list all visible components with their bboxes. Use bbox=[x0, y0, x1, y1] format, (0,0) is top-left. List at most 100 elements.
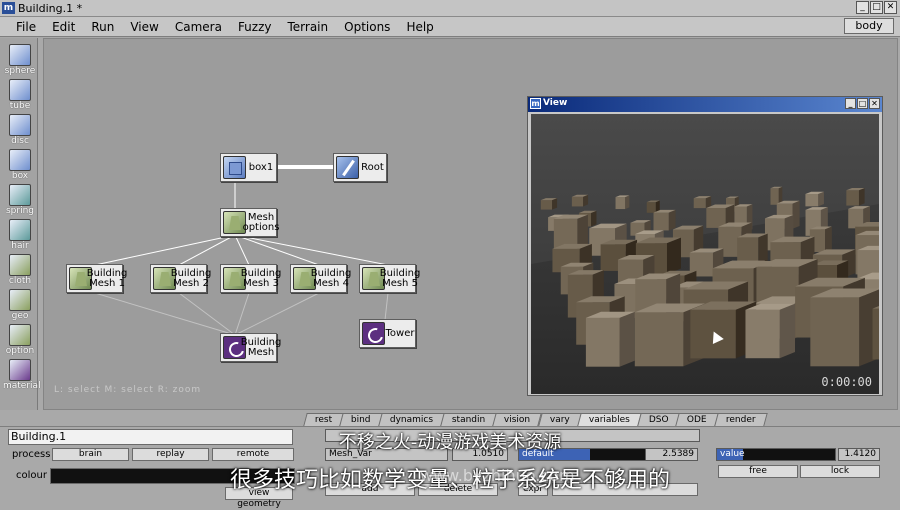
tab-render[interactable]: render bbox=[714, 413, 768, 426]
object-name-field[interactable]: Building.1 bbox=[8, 429, 293, 445]
sphere-icon bbox=[9, 44, 31, 66]
node-building-mesh-2[interactable]: Building Mesh 2 bbox=[150, 264, 211, 293]
expr-field[interactable] bbox=[552, 483, 698, 496]
cloth-icon bbox=[9, 254, 31, 276]
node-label: Building Mesh 4 bbox=[310, 267, 352, 289]
expr-button[interactable]: expr bbox=[518, 483, 548, 496]
node-building-mesh-3[interactable]: Building Mesh 3 bbox=[220, 264, 281, 293]
brain-button[interactable]: brain bbox=[52, 448, 129, 461]
body-button[interactable]: body bbox=[844, 18, 894, 34]
palette-item-material[interactable]: material bbox=[3, 359, 41, 392]
palette-item-geo[interactable]: geo bbox=[3, 289, 37, 322]
view-maximize-button[interactable]: □ bbox=[857, 98, 868, 109]
palette-label: tube bbox=[9, 101, 31, 111]
tab-dynamics[interactable]: dynamics bbox=[378, 413, 445, 426]
value-field[interactable]: 1.4120 bbox=[838, 448, 880, 461]
tab-label: render bbox=[725, 415, 756, 425]
palette-item-box[interactable]: box bbox=[3, 149, 37, 182]
menu-camera[interactable]: Camera bbox=[167, 19, 230, 35]
palette-item-cloth[interactable]: cloth bbox=[3, 254, 37, 287]
building bbox=[585, 311, 635, 367]
3d-viewport[interactable]: 0:00:00 bbox=[531, 114, 879, 394]
tab-rest[interactable]: rest bbox=[303, 413, 345, 426]
mesh-var-min[interactable]: 1.0510 bbox=[452, 448, 508, 461]
menu-options[interactable]: Options bbox=[336, 19, 398, 35]
spring-icon bbox=[9, 184, 31, 206]
building bbox=[745, 303, 796, 359]
building bbox=[540, 198, 558, 210]
menu-fuzzy[interactable]: Fuzzy bbox=[230, 19, 280, 35]
menu-terrain[interactable]: Terrain bbox=[280, 19, 337, 35]
node-tower[interactable]: Tower bbox=[359, 319, 416, 348]
colour-swatch[interactable] bbox=[50, 468, 295, 484]
tab-vision[interactable]: vision bbox=[492, 413, 543, 426]
palette-item-hair[interactable]: hair bbox=[3, 219, 37, 252]
material-icon bbox=[9, 359, 31, 381]
menu-help[interactable]: Help bbox=[398, 19, 441, 35]
delete-button[interactable]: delete bbox=[418, 483, 498, 496]
menu-run[interactable]: Run bbox=[83, 19, 122, 35]
palette-label: hair bbox=[11, 241, 29, 251]
root-icon bbox=[336, 156, 359, 179]
mesh-var-name[interactable]: Mesh_Var bbox=[325, 448, 448, 461]
node-label: box1 bbox=[248, 161, 274, 173]
remote-button[interactable]: remote bbox=[212, 448, 294, 461]
tab-ode[interactable]: ODE bbox=[675, 413, 719, 426]
view-geometry-button[interactable]: view geometry bbox=[225, 487, 293, 509]
maximize-button[interactable]: □ bbox=[870, 1, 883, 14]
tab-variables[interactable]: variables bbox=[576, 413, 642, 426]
tab-bind[interactable]: bind bbox=[339, 413, 383, 426]
node-root[interactable]: Root bbox=[333, 153, 387, 182]
menu-view[interactable]: View bbox=[122, 19, 166, 35]
palette-label: sphere bbox=[4, 66, 36, 76]
tab-dso[interactable]: DSO bbox=[636, 413, 681, 426]
view-minimize-button[interactable]: _ bbox=[845, 98, 856, 109]
close-button[interactable]: ✕ bbox=[884, 1, 897, 14]
node-label: Building Mesh 1 bbox=[86, 267, 128, 289]
node-label: Building Mesh 5 bbox=[379, 267, 421, 289]
tab-standin[interactable]: standin bbox=[440, 413, 498, 426]
palette-item-spring[interactable]: spring bbox=[3, 184, 37, 217]
menu-bar: File Edit Run View Camera Fuzzy Terrain … bbox=[0, 17, 900, 37]
palette-item-tube[interactable]: tube bbox=[3, 79, 37, 112]
edge-bm1-building-mesh bbox=[94, 292, 236, 336]
view-title-bar[interactable]: m View _ □ ✕ bbox=[528, 97, 882, 112]
tab-vary[interactable]: vary bbox=[537, 413, 582, 426]
palette-label: material bbox=[3, 381, 41, 391]
view-window-icon: m bbox=[530, 98, 541, 109]
building bbox=[805, 191, 824, 207]
node-building-mesh-5[interactable]: Building Mesh 5 bbox=[359, 264, 421, 293]
edge-mesh-options-bm2 bbox=[178, 234, 236, 266]
variable-header-bar bbox=[325, 429, 700, 442]
add-button[interactable]: add bbox=[325, 483, 415, 496]
free-button[interactable]: free bbox=[718, 465, 798, 478]
node-mesh-options[interactable]: Mesh options bbox=[220, 208, 279, 237]
view-close-button[interactable]: ✕ bbox=[869, 98, 880, 109]
tab-label: DSO bbox=[648, 415, 669, 425]
lock-button[interactable]: lock bbox=[800, 465, 880, 478]
tab-label: vision bbox=[504, 415, 531, 425]
default-value[interactable]: 2.5389 bbox=[645, 448, 698, 461]
geo-icon bbox=[9, 289, 31, 311]
box-icon bbox=[223, 156, 246, 179]
node-building-mesh[interactable]: Building Mesh bbox=[220, 333, 282, 362]
tab-label: dynamics bbox=[389, 415, 433, 425]
node-building-mesh-4[interactable]: Building Mesh 4 bbox=[290, 264, 352, 293]
replay-button[interactable]: replay bbox=[132, 448, 209, 461]
window-controls: _ □ ✕ bbox=[856, 1, 897, 14]
node-label: Building Mesh bbox=[240, 336, 282, 358]
palette-label: geo bbox=[11, 311, 29, 321]
menu-file[interactable]: File bbox=[8, 19, 44, 35]
palette-item-sphere[interactable]: sphere bbox=[3, 44, 37, 77]
palette-item-option[interactable]: option bbox=[3, 324, 37, 357]
window-title: Building.1 * bbox=[18, 2, 83, 15]
node-label: Root bbox=[361, 161, 384, 173]
node-box1[interactable]: box1 bbox=[220, 153, 277, 182]
menu-edit[interactable]: Edit bbox=[44, 19, 83, 35]
minimize-button[interactable]: _ bbox=[856, 1, 869, 14]
value-slider[interactable]: value bbox=[716, 448, 836, 461]
node-building-mesh-1[interactable]: Building Mesh 1 bbox=[66, 264, 128, 293]
view-window-controls: _ □ ✕ bbox=[845, 98, 880, 109]
attribute-tabs: rest bind dynamics standin vision vary variabl… bbox=[303, 413, 768, 426]
palette-item-disc[interactable]: disc bbox=[3, 114, 37, 147]
